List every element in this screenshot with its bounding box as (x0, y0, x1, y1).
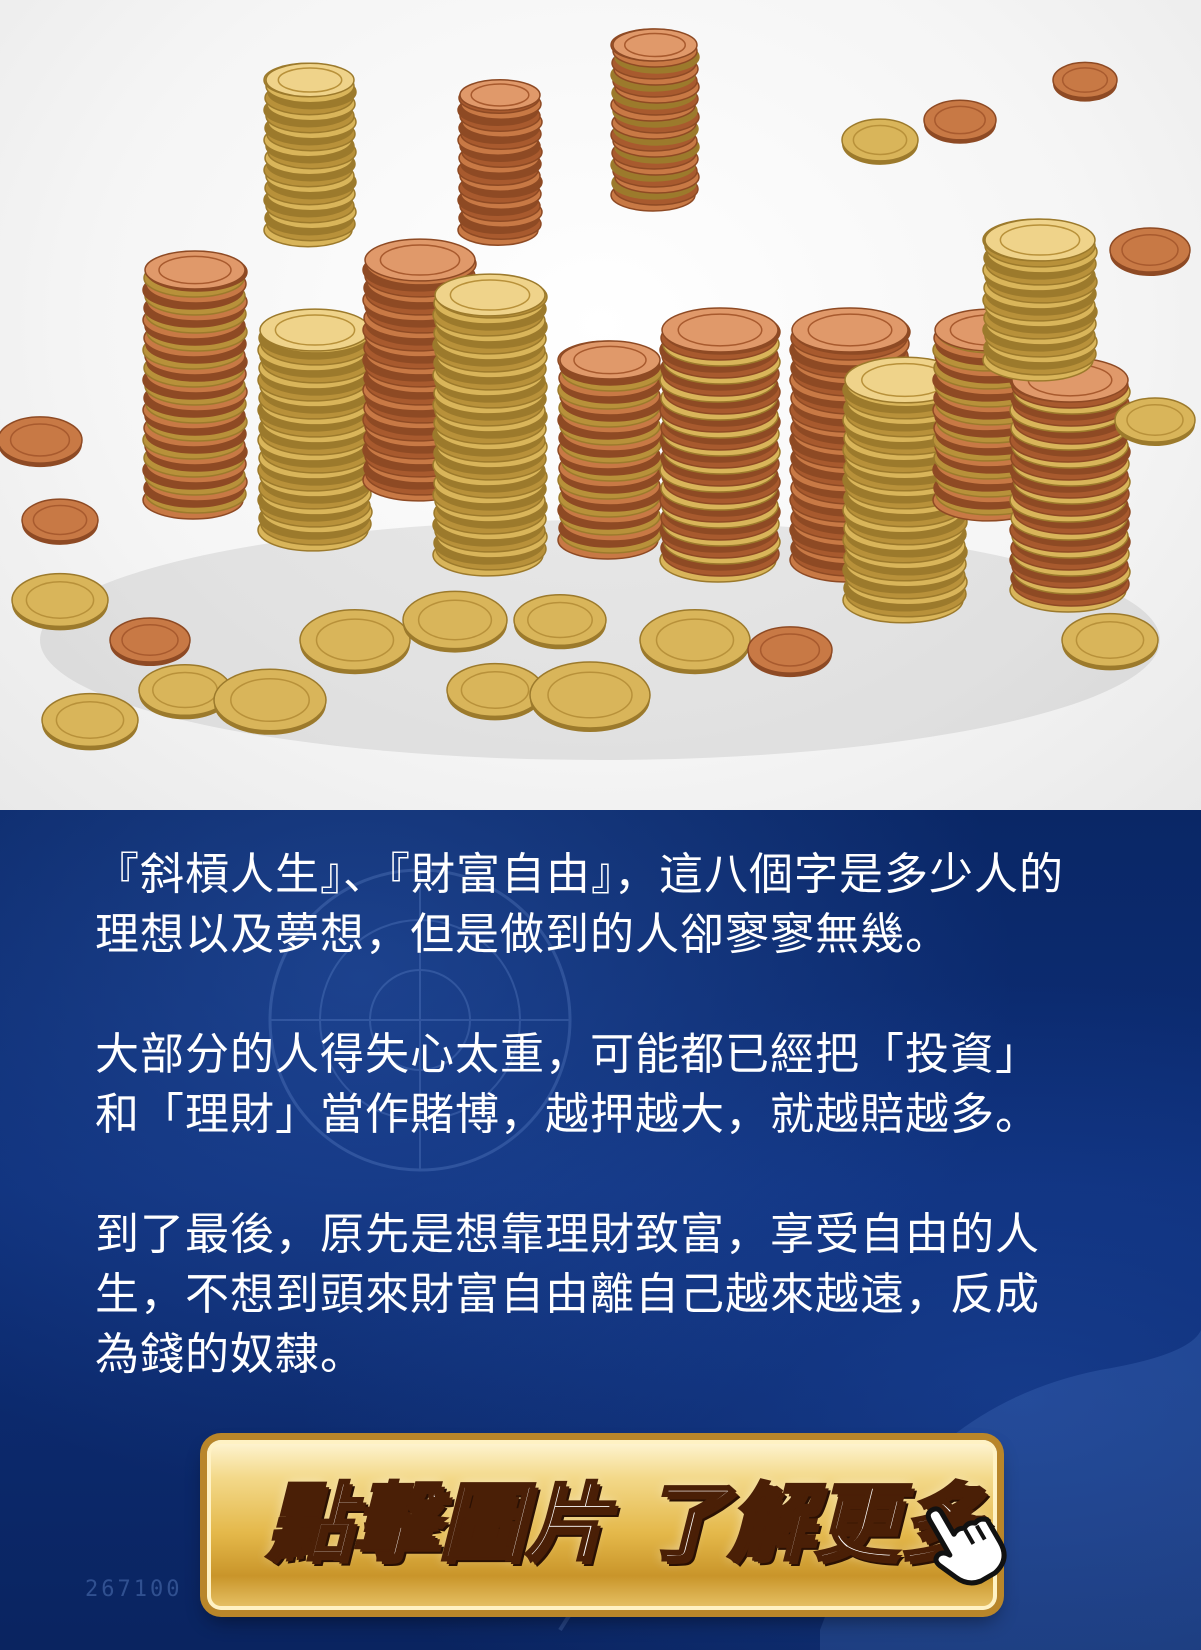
coin-stack (557, 340, 663, 560)
loose-coin (1109, 227, 1191, 276)
pointing-hand-icon (925, 1506, 1007, 1586)
coin-stack (257, 308, 373, 552)
loose-coin (402, 590, 508, 653)
loose-coin (21, 498, 99, 545)
paragraph-1-line-1: 『斜槓人生』、『財富自由』，這八個字是多少人的 (95, 849, 1064, 900)
loose-coin (109, 617, 191, 666)
paragraph-3-line-1: 到了最後，原先是想靠理財致富，享受自由的人 (95, 1209, 1040, 1260)
paragraph-1: 『斜槓人生』、『財富自由』，這八個字是多少人的 理想以及夢想，但是做到的人卻寥寥… (95, 845, 1135, 965)
coin-stack (659, 307, 781, 583)
coin-stack (610, 28, 700, 212)
coins-photo[interactable] (0, 0, 1201, 810)
paragraph-3: 到了最後，原先是想靠理財致富，享受自由的人 生，不想到頭來財富自由離自己越來越遠… (95, 1205, 1135, 1385)
coin-stack (982, 218, 1098, 382)
loose-coin (513, 593, 607, 650)
coin-stack (457, 79, 543, 246)
paragraph-1-line-2: 理想以及夢想，但是做到的人卻寥寥無幾。 (95, 909, 950, 960)
coin-stacks-illustration (0, 28, 1196, 760)
loose-coin (1114, 397, 1196, 446)
loose-coin (841, 118, 919, 165)
loose-coin (639, 609, 751, 675)
loose-coin (529, 661, 651, 732)
paragraph-3-line-2: 生，不想到頭來財富自由離自己越來越遠，反成 (95, 1269, 1040, 1320)
coin-stack (263, 62, 357, 248)
learn-more-label: 點擊圖片 了解更多 (266, 1473, 987, 1574)
loose-coin (923, 99, 997, 144)
coin-stack (432, 273, 548, 577)
watermark: 267100 (85, 1577, 183, 1602)
loose-coin (41, 692, 139, 751)
loose-coin (299, 609, 411, 675)
coin-stack (1009, 357, 1131, 613)
loose-coin (1061, 612, 1159, 671)
coin-stack (142, 250, 248, 520)
paragraph-3-line-3: 為錢的奴隸。 (95, 1329, 365, 1380)
paragraph-2: 大部分的人得失心太重，可能都已經把「投資」 和「理財」當作賭博，越押越大，就越賠… (95, 1025, 1135, 1145)
loose-coin (0, 416, 83, 468)
loose-coin (1052, 61, 1118, 102)
paragraph-2-line-1: 大部分的人得失心太重，可能都已經把「投資」 (95, 1029, 1040, 1080)
loose-coin (11, 572, 109, 631)
learn-more-button[interactable]: 點擊圖片 了解更多 (207, 1440, 1007, 1610)
loose-coin (446, 662, 544, 721)
loose-coin (213, 668, 327, 735)
loose-coin (747, 626, 833, 678)
paragraph-2-line-2: 和「理財」當作賭博，越押越大，就越賠越多。 (95, 1089, 1040, 1140)
